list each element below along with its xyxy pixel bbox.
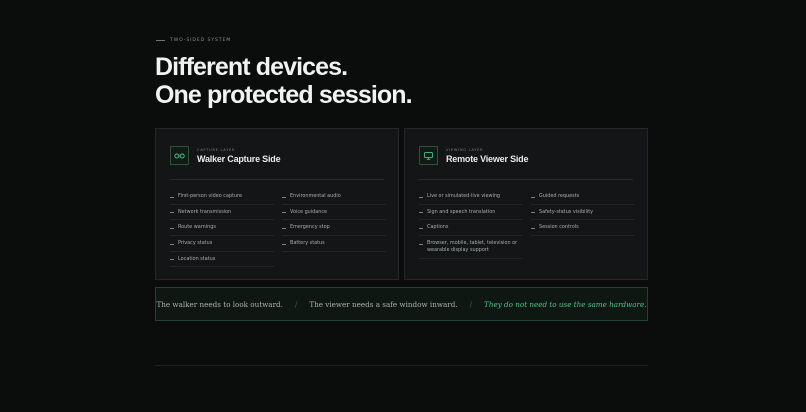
statement-separator: / (469, 299, 473, 309)
statement-viewer: The viewer needs a safe window inward. (309, 299, 458, 309)
page: TWO-SIDED SYSTEM Different devices. One … (0, 0, 806, 412)
viewer-feature-list: Live or simulated-live viewing Guided re… (419, 189, 635, 260)
eyebrow-label: TWO-SIDED SYSTEM (170, 38, 232, 43)
list-item: Captions (419, 220, 523, 237)
list-item: Location status (170, 252, 274, 268)
statement-separator: / (294, 299, 298, 309)
glasses-icon (170, 146, 189, 165)
viewer-panel-title: Remote Viewer Side (446, 154, 529, 164)
list-item: Environmental audio (282, 189, 386, 205)
walker-feature-list: First-person video capture Environmental… (170, 189, 386, 268)
list-item: Battery status (282, 236, 386, 252)
monitor-icon (419, 146, 438, 165)
eyebrow-rule (156, 40, 165, 41)
list-item: Route warnings (170, 220, 274, 237)
walker-panel-divider (170, 179, 384, 180)
section-eyebrow: TWO-SIDED SYSTEM (156, 38, 231, 43)
statement-walker: The walker needs to look outward. (156, 299, 283, 309)
list-item: Network transmission (170, 205, 274, 221)
walker-panel-tag: CAPTURE LAYER (197, 148, 236, 152)
headline-line-2: One protected session. (155, 80, 413, 109)
list-item: Browser, mobile, tablet, television or w… (419, 236, 523, 260)
statement-bar: The walker needs to look outward. / The … (155, 287, 648, 321)
section-headline: Different devices. One protected session… (155, 53, 413, 109)
walker-panel: CAPTURE LAYER Walker Capture Side First-… (155, 128, 399, 280)
list-item: Emergency stop (282, 220, 386, 237)
list-item: Privacy status (170, 236, 274, 252)
walker-panel-title: Walker Capture Side (197, 154, 281, 164)
list-item: Live or simulated-live viewing (419, 189, 523, 205)
list-item: First-person video capture (170, 189, 274, 205)
list-item: Voice guidance (282, 205, 386, 221)
viewer-panel: VIEWING LAYER Remote Viewer Side Live or… (404, 128, 648, 280)
list-item: Guided requests (531, 189, 635, 205)
list-item: Session controls (531, 220, 635, 237)
walker-panel-header: CAPTURE LAYER Walker Capture Side (170, 146, 281, 165)
viewer-panel-divider (419, 179, 633, 180)
list-item: Sign and speech translation (419, 205, 523, 221)
viewer-panel-header: VIEWING LAYER Remote Viewer Side (419, 146, 528, 165)
statement-hardware: They do not need to use the same hardwar… (484, 299, 647, 309)
headline-line-1: Different devices. (155, 53, 348, 81)
viewer-panel-tag: VIEWING LAYER (446, 148, 484, 152)
list-item: Safety-status visibility (531, 205, 635, 221)
section-divider (155, 365, 648, 366)
